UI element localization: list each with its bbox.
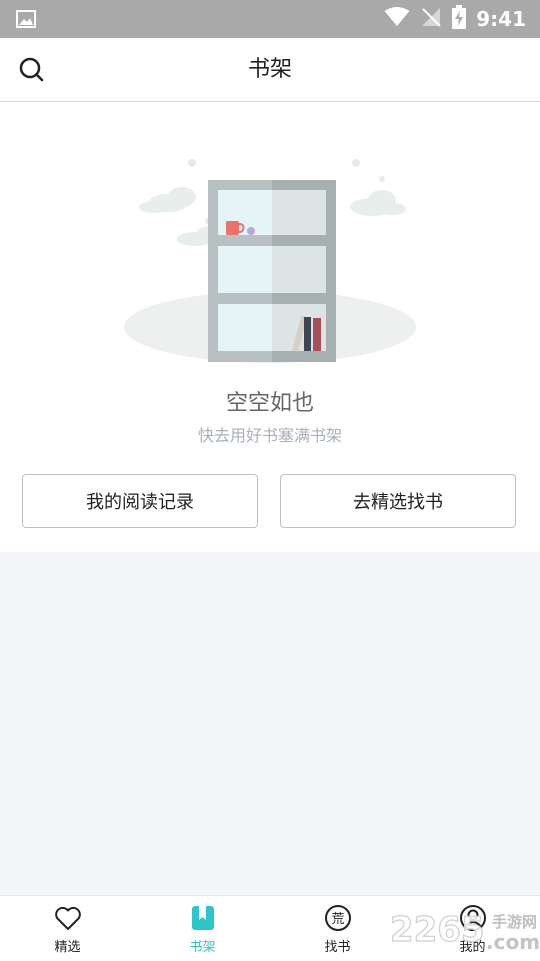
watermark-text: 手游网	[492, 913, 537, 931]
empty-bookshelf-illustration	[124, 159, 416, 363]
find-book-icon-char: 荒	[331, 912, 344, 927]
tab-label: 精选	[54, 940, 81, 955]
status-bar: 9:41	[0, 0, 540, 38]
site-watermark: 2265 手游网 .com	[389, 909, 540, 954]
bookshelf-icon	[191, 906, 214, 930]
watermark-number: 2265	[390, 910, 485, 950]
tab-label: 找书	[324, 940, 351, 955]
tab-featured[interactable]: 精选	[0, 896, 135, 961]
gallery-icon	[16, 10, 36, 32]
empty-bookshelf-panel: 空空如也 快去用好书塞满书架 我的阅读记录 去精选找书	[0, 102, 540, 552]
wifi-icon	[384, 7, 410, 31]
no-signal-icon	[420, 6, 442, 32]
header: 书架	[0, 38, 540, 102]
reading-history-button[interactable]: 我的阅读记录	[22, 474, 258, 528]
status-time: 9:41	[476, 7, 526, 31]
tab-bookshelf[interactable]: 书架	[135, 896, 270, 961]
heart-icon	[54, 906, 81, 930]
browse-featured-button[interactable]: 去精选找书	[280, 474, 516, 528]
empty-title: 空空如也	[225, 391, 314, 416]
tab-find-book[interactable]: 荒 找书	[270, 896, 405, 961]
page-title: 书架	[247, 57, 292, 82]
empty-subtitle: 快去用好书塞满书架	[197, 426, 342, 445]
find-book-icon: 荒	[324, 905, 351, 931]
watermark-domain: .com	[486, 930, 540, 954]
tab-label: 书架	[189, 940, 216, 955]
battery-charging-icon	[452, 5, 467, 33]
